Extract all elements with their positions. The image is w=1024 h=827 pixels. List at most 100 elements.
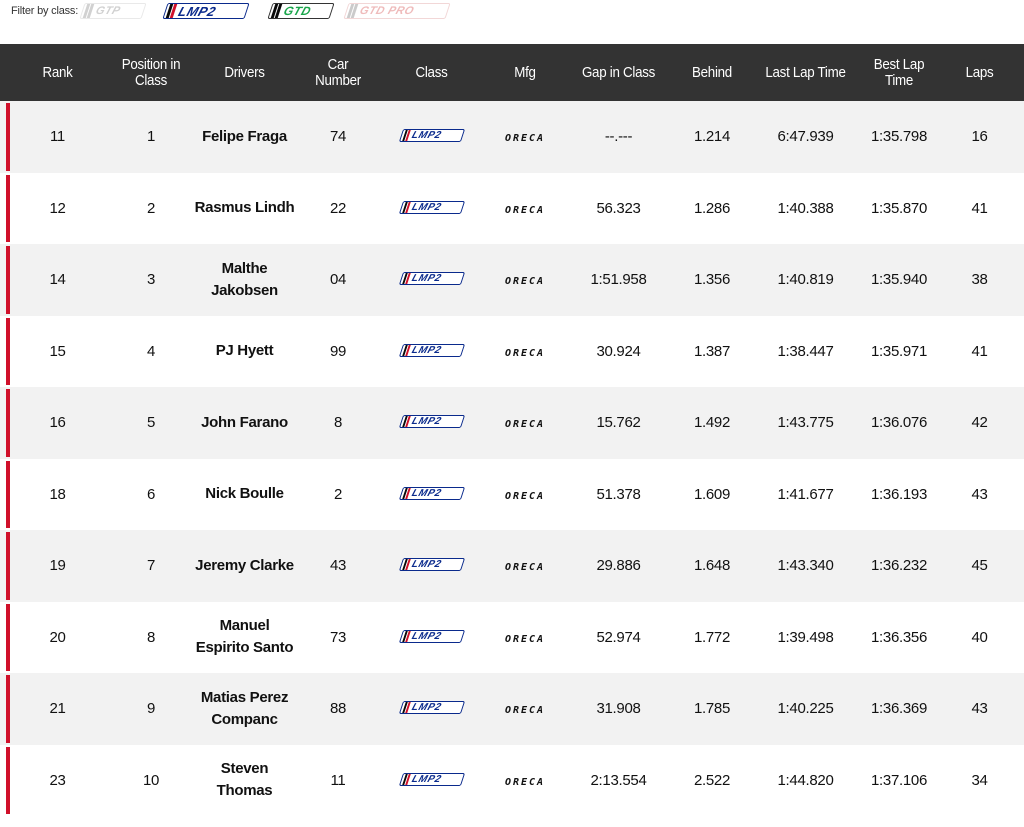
class-badge-label: LMP2 [409,630,443,642]
behind-cell: 1.214 [693,128,731,146]
table-row[interactable]: 20 8 Manuel Espirito Santo 73 LMP2 ORECA 52.974… [0,601,1024,674]
mfg-cell: ORECA [489,673,561,745]
last-lap-time-cell: 1:40.388 [777,199,834,217]
column-header-last-lap-time[interactable]: Last Lap Time [753,44,859,101]
class-cell: LMP2 [374,101,489,173]
position-in-class-cell: 7 [146,557,156,575]
class-cell: LMP2 [374,602,489,674]
class-badge-label: LMP2 [409,130,443,142]
rank-cell: 20 [0,602,115,674]
column-header-car-number[interactable]: Car Number [305,44,371,101]
class-cell: LMP2 [374,673,489,745]
last-lap-time-cell: 1:39.498 [777,628,834,646]
lmp2-class-badge-icon: LMP2 [398,772,465,786]
table-row[interactable]: 14 3 Malthe Jakobsen 04 LMP2 ORECA 1:51.958 1.35… [0,244,1024,316]
column-header-best-lap-time[interactable]: Best Lap Time [866,44,932,101]
column-header-gap-in-class[interactable]: Gap in Class [566,44,672,101]
oreca-logo-icon: ORECA [504,633,546,645]
rank-cell: 16 [0,387,115,459]
lmp2-class-badge-icon: LMP2 [398,558,465,572]
table-header-row: Rank Position in Class Drivers Car Numbe… [0,44,1024,101]
position-in-class-cell: 5 [146,414,156,432]
filter-chip-lmp2[interactable]: LMP2 [162,3,250,19]
gap-in-class-cell: 1:51.958 [590,271,647,289]
table-row[interactable]: 16 5 John Farano 8 LMP2 ORECA 15.762 1.492 1:43.… [0,387,1024,459]
class-badge-label: LMP2 [409,773,443,785]
column-header-rank[interactable]: Rank [5,44,111,101]
oreca-logo-icon: ORECA [504,562,546,574]
rank-cell: 23 [0,745,115,817]
class-badge-label: LMP2 [409,559,443,571]
filter-chip-gtp[interactable]: GTP [79,3,147,19]
mfg-cell: ORECA [489,459,561,531]
lmp2-class-badge-icon: LMP2 [398,701,465,715]
filter-chip-label: GTP [94,5,123,17]
behind-cell: 1.286 [693,199,731,217]
rank-cell: 14 [0,244,115,316]
car-number-cell: 99 [329,342,347,360]
position-in-class-cell: 6 [146,485,156,503]
last-lap-time-cell: 1:40.225 [777,700,834,718]
oreca-logo-icon: ORECA [504,705,546,717]
driver-name-line: Steven [220,760,269,778]
lmp2-class-badge-icon: LMP2 [398,200,465,214]
drivers-cell: Steven Thomas [187,745,302,817]
gap-in-class-cell: 15.762 [596,414,641,432]
column-header-mfg[interactable]: Mfg [492,44,558,101]
laps-cell: 42 [971,414,988,432]
gap-in-class-cell: 2:13.554 [590,771,647,789]
lmp2-class-badge-icon: LMP2 [398,272,465,286]
best-lap-time-cell: 1:36.356 [871,628,927,646]
mfg-cell: ORECA [489,244,561,316]
best-lap-time-cell: 1:36.369 [871,700,927,718]
mfg-cell: ORECA [489,602,561,674]
lmp2-class-badge-icon: LMP2 [398,629,465,643]
position-in-class-cell: 1 [146,128,156,146]
table-row[interactable]: 18 6 Nick Boulle 2 LMP2 ORECA 51.378 1.609 1:41.… [0,458,1024,531]
car-number-cell: 73 [329,628,347,646]
gap-in-class-cell: 30.924 [596,342,641,360]
table-row[interactable]: 15 4 PJ Hyett 99 LMP2 ORECA 30.924 1.387 1:38.44… [0,315,1024,388]
table-row[interactable]: 21 9 Matias Perez Companc 88 LMP2 ORECA 31.908 1… [0,673,1024,745]
column-header-position-in-class[interactable]: Position in Class [118,44,184,101]
rank-cell: 12 [0,173,115,245]
table-row[interactable]: 12 2 Rasmus Lindh 22 LMP2 ORECA 56.323 1.286 1:4… [0,172,1024,245]
position-in-class-cell: 10 [142,771,160,789]
gap-in-class-cell: 29.886 [596,557,641,575]
drivers-cell: Nick Boulle [187,459,302,531]
driver-name-line: Matias Perez [200,688,289,706]
class-cell: LMP2 [374,244,489,316]
car-number-cell: 2 [333,485,343,503]
drivers-cell: John Farano [187,387,302,459]
driver-name-line: Rasmus Lindh [194,199,295,217]
gap-in-class-cell: --.--- [604,128,633,146]
filter-chip-gtd[interactable]: GTD [267,3,335,19]
rank-cell: 15 [0,316,115,388]
drivers-cell: Rasmus Lindh [187,173,302,245]
mfg-cell: ORECA [489,173,561,245]
class-cell: LMP2 [374,316,489,388]
car-number-cell: 22 [329,199,347,217]
column-header-class[interactable]: Class [379,44,485,101]
mfg-cell: ORECA [489,101,561,173]
rank-cell: 18 [0,459,115,531]
best-lap-time-cell: 1:35.870 [871,199,927,217]
behind-cell: 1.356 [693,271,731,289]
table-row[interactable]: 11 1 Felipe Fraga 74 LMP2 ORECA --.--- 1.214 6:4… [0,101,1024,173]
table-row[interactable]: 23 10 Steven Thomas 11 LMP2 ORECA 2:13.554 2.522… [0,744,1024,817]
drivers-cell: Matias Perez Companc [187,673,302,745]
column-header-drivers[interactable]: Drivers [192,44,298,101]
behind-cell: 1.492 [693,414,731,432]
gap-in-class-cell: 52.974 [596,628,641,646]
best-lap-time-cell: 1:35.971 [871,342,927,360]
driver-name-line: Jakobsen [211,281,278,299]
column-header-laps[interactable]: Laps [939,44,1021,101]
table-row[interactable]: 19 7 Jeremy Clarke 43 LMP2 ORECA 29.886 1.648 1:… [0,530,1024,602]
class-badge-label: LMP2 [409,416,443,428]
laps-cell: 38 [971,271,988,289]
best-lap-time-cell: 1:35.798 [871,128,927,146]
column-header-behind[interactable]: Behind [679,44,745,101]
behind-cell: 2.522 [693,771,731,789]
table-body: 11 1 Felipe Fraga 74 LMP2 ORECA --.--- 1.214 6:4… [0,101,1024,816]
filter-chip-gtd-pro[interactable]: GTD PRO [343,3,451,19]
